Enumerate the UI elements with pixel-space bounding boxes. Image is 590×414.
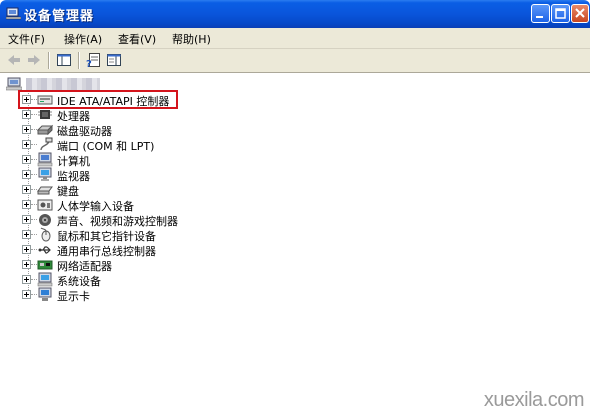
menu-action[interactable]: 操作(A) — [64, 31, 102, 47]
tree-node[interactable]: 计算机 — [22, 152, 422, 168]
expand-icon[interactable] — [22, 290, 31, 299]
computer-name-label — [26, 78, 100, 90]
expand-icon[interactable] — [22, 125, 31, 134]
menu-bar: 文件(F) 操作(A) 查看(V) 帮助(H) — [0, 28, 590, 49]
title-bar[interactable]: 设备管理器 — [0, 0, 590, 28]
processor-icon — [38, 110, 52, 119]
tree-node[interactable]: 通用串行总线控制器 — [22, 242, 422, 258]
properties-icon[interactable]: ? — [86, 52, 102, 68]
watermark: xuexila.com — [483, 389, 585, 411]
device-manager-icon — [6, 7, 21, 20]
menu-view[interactable]: 查看(V) — [118, 31, 156, 47]
maximize-button[interactable] — [551, 4, 570, 23]
minimize-button[interactable] — [531, 4, 550, 23]
tree-node[interactable]: 键盘 — [22, 182, 422, 198]
network-adapter-icon — [37, 260, 53, 270]
tree-node[interactable]: 声音、视频和游戏控制器 — [22, 212, 422, 228]
computer-icon — [6, 77, 22, 91]
forward-icon[interactable] — [26, 52, 42, 68]
expand-icon[interactable] — [22, 245, 31, 254]
port-icon — [40, 137, 53, 151]
close-icon — [575, 8, 585, 18]
monitor-icon — [38, 167, 52, 181]
tree-node[interactable]: 网络适配器 — [22, 257, 422, 273]
display-adapter-icon — [38, 287, 52, 301]
sound-icon — [39, 214, 51, 226]
expand-icon[interactable] — [22, 275, 31, 284]
expand-icon[interactable] — [22, 140, 31, 149]
tree-node[interactable]: 显示卡 — [22, 287, 422, 303]
expand-icon[interactable] — [22, 155, 31, 164]
expand-icon[interactable] — [22, 110, 31, 119]
window-title: 设备管理器 — [24, 9, 95, 24]
expand-icon[interactable] — [22, 200, 31, 209]
tree-node-label: 显示卡 — [57, 290, 90, 303]
keyboard-icon — [37, 186, 53, 195]
expand-icon[interactable] — [22, 260, 31, 269]
tree-node[interactable]: 磁盘驱动器 — [22, 122, 422, 138]
close-button[interactable] — [571, 4, 589, 23]
tree-node[interactable]: 端口 (COM 和 LPT) — [22, 137, 422, 153]
expand-icon[interactable] — [22, 185, 31, 194]
system-device-icon — [37, 272, 53, 287]
svg-text:?: ? — [86, 59, 92, 68]
tree-node[interactable]: 监视器 — [22, 167, 422, 183]
tree-node[interactable]: 鼠标和其它指针设备 — [22, 227, 422, 243]
toolbar-separator — [78, 52, 79, 69]
expand-icon[interactable] — [22, 230, 31, 239]
computer-icon — [37, 152, 53, 167]
tree-node[interactable]: 人体学输入设备 — [22, 197, 422, 213]
usb-icon — [38, 246, 51, 254]
disk-drive-icon — [37, 124, 53, 136]
menu-file[interactable]: 文件(F) — [8, 31, 45, 47]
toolbar-separator — [48, 52, 49, 69]
toolbar: ? — [0, 49, 590, 73]
expand-icon[interactable] — [22, 215, 31, 224]
console-tree-icon[interactable] — [56, 52, 72, 68]
device-tree: IDE ATA/ATAPI 控制器 处理器 磁盘驱动器 端口 (COM 和 LPT) 计… — [0, 73, 590, 414]
menu-help[interactable]: 帮助(H) — [172, 31, 211, 47]
highlight-box — [18, 90, 178, 109]
expand-icon[interactable] — [22, 170, 31, 179]
back-icon[interactable] — [6, 52, 22, 68]
minimize-icon — [536, 16, 543, 18]
help-icon[interactable] — [106, 52, 122, 68]
mouse-icon — [40, 227, 51, 242]
tree-node[interactable]: 处理器 — [22, 107, 422, 123]
hid-icon — [37, 199, 53, 211]
tree-node[interactable]: 系统设备 — [22, 272, 422, 288]
maximize-icon — [555, 8, 566, 19]
